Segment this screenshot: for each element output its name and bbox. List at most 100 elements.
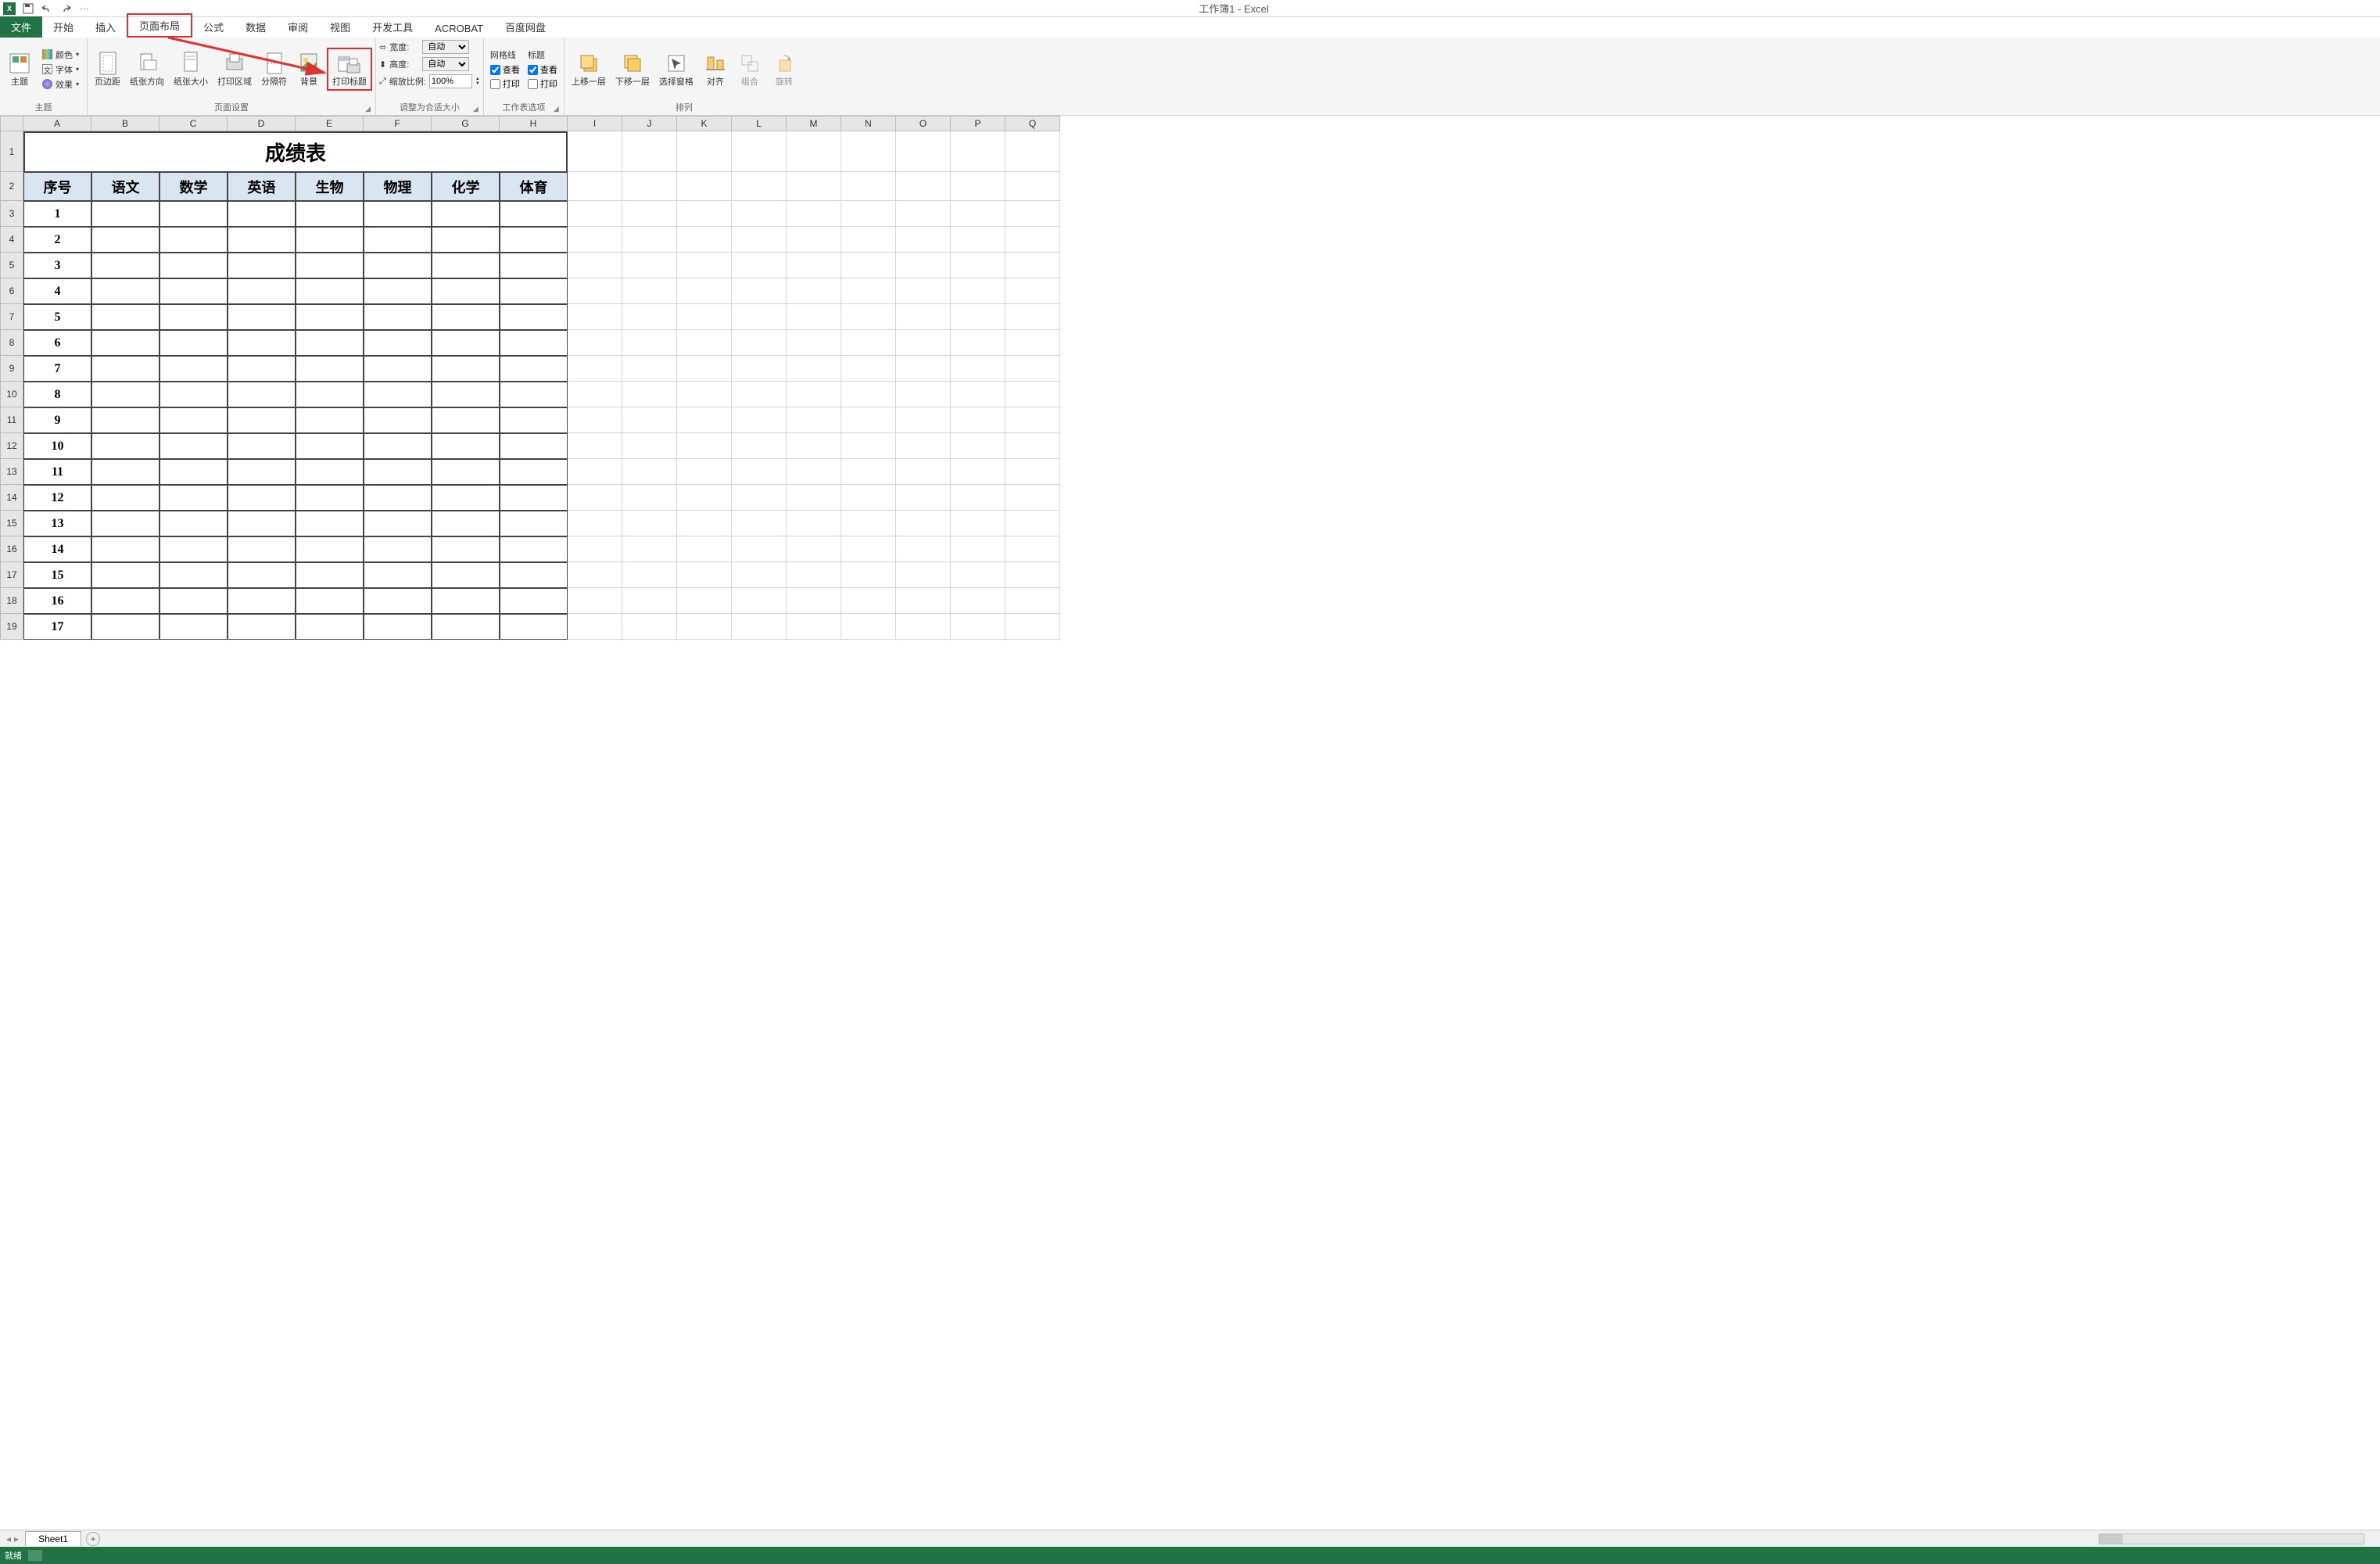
cell[interactable] xyxy=(622,356,677,382)
table-data-cell[interactable]: 5 xyxy=(23,304,91,330)
cell[interactable] xyxy=(896,511,951,536)
table-data-cell[interactable] xyxy=(296,278,364,304)
cell[interactable] xyxy=(896,562,951,588)
cell[interactable] xyxy=(787,562,841,588)
title-cell[interactable]: 成绩表 xyxy=(23,131,568,172)
undo-icon[interactable] xyxy=(41,2,53,15)
cell[interactable] xyxy=(951,278,1005,304)
tab-file[interactable]: 文件 xyxy=(0,16,42,38)
cell[interactable] xyxy=(1005,330,1060,356)
cell[interactable] xyxy=(841,459,896,485)
cell[interactable] xyxy=(568,201,622,227)
sheet-nav-prev-icon[interactable]: ◂ xyxy=(6,1534,11,1544)
rotate-button[interactable]: 旋转 xyxy=(768,49,801,88)
table-data-cell[interactable] xyxy=(228,588,296,614)
cell[interactable] xyxy=(677,511,732,536)
sheet-nav-next-icon[interactable]: ▸ xyxy=(14,1534,19,1544)
tab-review[interactable]: 审阅 xyxy=(277,16,319,38)
cell[interactable] xyxy=(1005,131,1060,172)
table-data-cell[interactable] xyxy=(91,330,160,356)
tab-baidu[interactable]: 百度网盘 xyxy=(494,16,557,38)
col-header-Q[interactable]: Q xyxy=(1005,116,1060,131)
cell[interactable] xyxy=(732,304,787,330)
cell[interactable] xyxy=(787,356,841,382)
cell[interactable] xyxy=(1005,304,1060,330)
add-sheet-button[interactable]: + xyxy=(86,1532,100,1546)
table-data-cell[interactable] xyxy=(228,433,296,459)
headings-view-checkbox[interactable]: 查看 xyxy=(528,63,557,76)
table-data-cell[interactable] xyxy=(228,407,296,433)
cell[interactable] xyxy=(622,227,677,253)
table-data-cell[interactable] xyxy=(500,433,568,459)
cell[interactable] xyxy=(896,131,951,172)
table-data-cell[interactable] xyxy=(432,588,500,614)
cell[interactable] xyxy=(732,614,787,640)
cell[interactable] xyxy=(568,131,622,172)
cell[interactable] xyxy=(677,382,732,407)
row-header-19[interactable]: 19 xyxy=(0,614,23,640)
col-header-P[interactable]: P xyxy=(951,116,1005,131)
table-data-cell[interactable] xyxy=(364,356,432,382)
cell[interactable] xyxy=(951,304,1005,330)
cell[interactable] xyxy=(787,459,841,485)
page-setup-launcher-icon[interactable]: ◢ xyxy=(365,105,371,113)
table-data-cell[interactable] xyxy=(500,253,568,278)
table-data-cell[interactable]: 11 xyxy=(23,459,91,485)
table-data-cell[interactable] xyxy=(160,562,228,588)
cell[interactable] xyxy=(787,536,841,562)
table-data-cell[interactable] xyxy=(91,588,160,614)
cell[interactable] xyxy=(732,407,787,433)
table-data-cell[interactable] xyxy=(432,433,500,459)
table-data-cell[interactable] xyxy=(500,511,568,536)
table-data-cell[interactable] xyxy=(160,407,228,433)
table-data-cell[interactable] xyxy=(228,278,296,304)
cell[interactable] xyxy=(732,330,787,356)
cell[interactable] xyxy=(951,407,1005,433)
table-data-cell[interactable]: 14 xyxy=(23,536,91,562)
cell[interactable] xyxy=(896,382,951,407)
cell[interactable] xyxy=(787,407,841,433)
cell[interactable] xyxy=(787,588,841,614)
theme-colors-button[interactable]: 颜色▾ xyxy=(41,48,81,62)
horizontal-scrollbar[interactable] xyxy=(2099,1534,2364,1544)
cell[interactable] xyxy=(787,330,841,356)
table-data-cell[interactable] xyxy=(296,330,364,356)
cell[interactable] xyxy=(622,278,677,304)
table-data-cell[interactable] xyxy=(296,588,364,614)
table-data-cell[interactable] xyxy=(91,459,160,485)
table-data-cell[interactable] xyxy=(228,356,296,382)
cell[interactable] xyxy=(568,356,622,382)
cell[interactable] xyxy=(568,511,622,536)
cell[interactable] xyxy=(951,562,1005,588)
cell[interactable] xyxy=(841,433,896,459)
cell[interactable] xyxy=(1005,201,1060,227)
table-data-cell[interactable] xyxy=(91,536,160,562)
cell[interactable] xyxy=(622,253,677,278)
cell[interactable] xyxy=(622,459,677,485)
cell[interactable] xyxy=(732,485,787,511)
col-header-B[interactable]: B xyxy=(91,116,160,131)
cell[interactable] xyxy=(951,227,1005,253)
cell[interactable] xyxy=(787,382,841,407)
cell[interactable] xyxy=(896,278,951,304)
table-data-cell[interactable] xyxy=(296,536,364,562)
cell[interactable] xyxy=(677,562,732,588)
cell[interactable] xyxy=(622,485,677,511)
cell[interactable] xyxy=(732,201,787,227)
table-data-cell[interactable] xyxy=(500,485,568,511)
cell[interactable] xyxy=(732,382,787,407)
row-header-12[interactable]: 12 xyxy=(0,433,23,459)
scale-width-select[interactable]: 自动 xyxy=(422,40,469,54)
qat-more-icon[interactable]: ⋯ xyxy=(78,2,91,15)
margins-button[interactable]: 页边距 xyxy=(91,49,124,88)
cell[interactable] xyxy=(1005,588,1060,614)
cell[interactable] xyxy=(677,131,732,172)
table-data-cell[interactable] xyxy=(364,614,432,640)
col-header-N[interactable]: N xyxy=(841,116,896,131)
cell[interactable] xyxy=(896,172,951,201)
cell[interactable] xyxy=(951,433,1005,459)
row-header-9[interactable]: 9 xyxy=(0,356,23,382)
save-icon[interactable] xyxy=(22,2,34,15)
table-data-cell[interactable] xyxy=(364,330,432,356)
cell[interactable] xyxy=(677,485,732,511)
